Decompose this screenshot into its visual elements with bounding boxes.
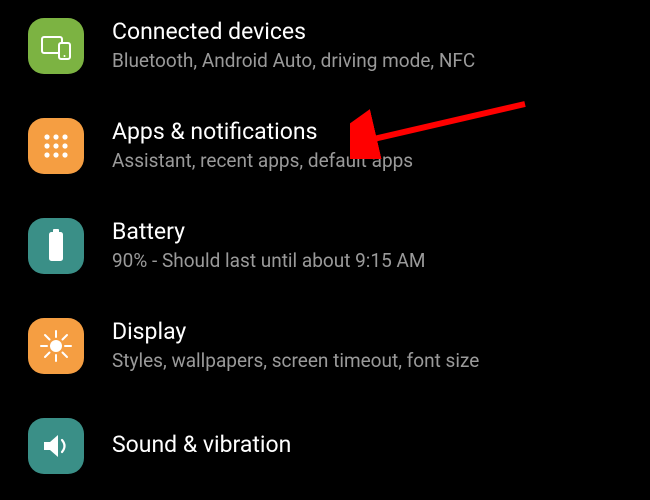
item-title: Apps & notifications [112, 118, 626, 147]
item-title: Display [112, 318, 626, 347]
item-text: Display Styles, wallpapers, screen timeo… [112, 318, 626, 373]
battery-icon [28, 218, 84, 274]
settings-item-sound-vibration[interactable]: Sound & vibration [0, 396, 650, 496]
item-text: Battery 90% - Should last until about 9:… [112, 218, 626, 273]
item-subtitle: Bluetooth, Android Auto, driving mode, N… [112, 49, 626, 74]
devices-icon [28, 18, 84, 74]
item-text: Sound & vibration [112, 431, 626, 462]
settings-item-display[interactable]: Display Styles, wallpapers, screen timeo… [0, 296, 650, 396]
item-title: Connected devices [112, 18, 626, 47]
item-title: Sound & vibration [112, 431, 626, 460]
item-subtitle: 90% - Should last until about 9:15 AM [112, 249, 626, 274]
settings-item-connected-devices[interactable]: Connected devices Bluetooth, Android Aut… [0, 0, 650, 96]
apps-grid-icon [28, 118, 84, 174]
settings-list: Connected devices Bluetooth, Android Aut… [0, 0, 650, 496]
item-text: Apps & notifications Assistant, recent a… [112, 118, 626, 173]
item-subtitle: Assistant, recent apps, default apps [112, 149, 626, 174]
item-subtitle: Styles, wallpapers, screen timeout, font… [112, 349, 626, 374]
item-title: Battery [112, 218, 626, 247]
settings-item-battery[interactable]: Battery 90% - Should last until about 9:… [0, 196, 650, 296]
settings-item-apps-notifications[interactable]: Apps & notifications Assistant, recent a… [0, 96, 650, 196]
item-text: Connected devices Bluetooth, Android Aut… [112, 18, 626, 73]
sound-icon [28, 418, 84, 474]
brightness-icon [28, 318, 84, 374]
